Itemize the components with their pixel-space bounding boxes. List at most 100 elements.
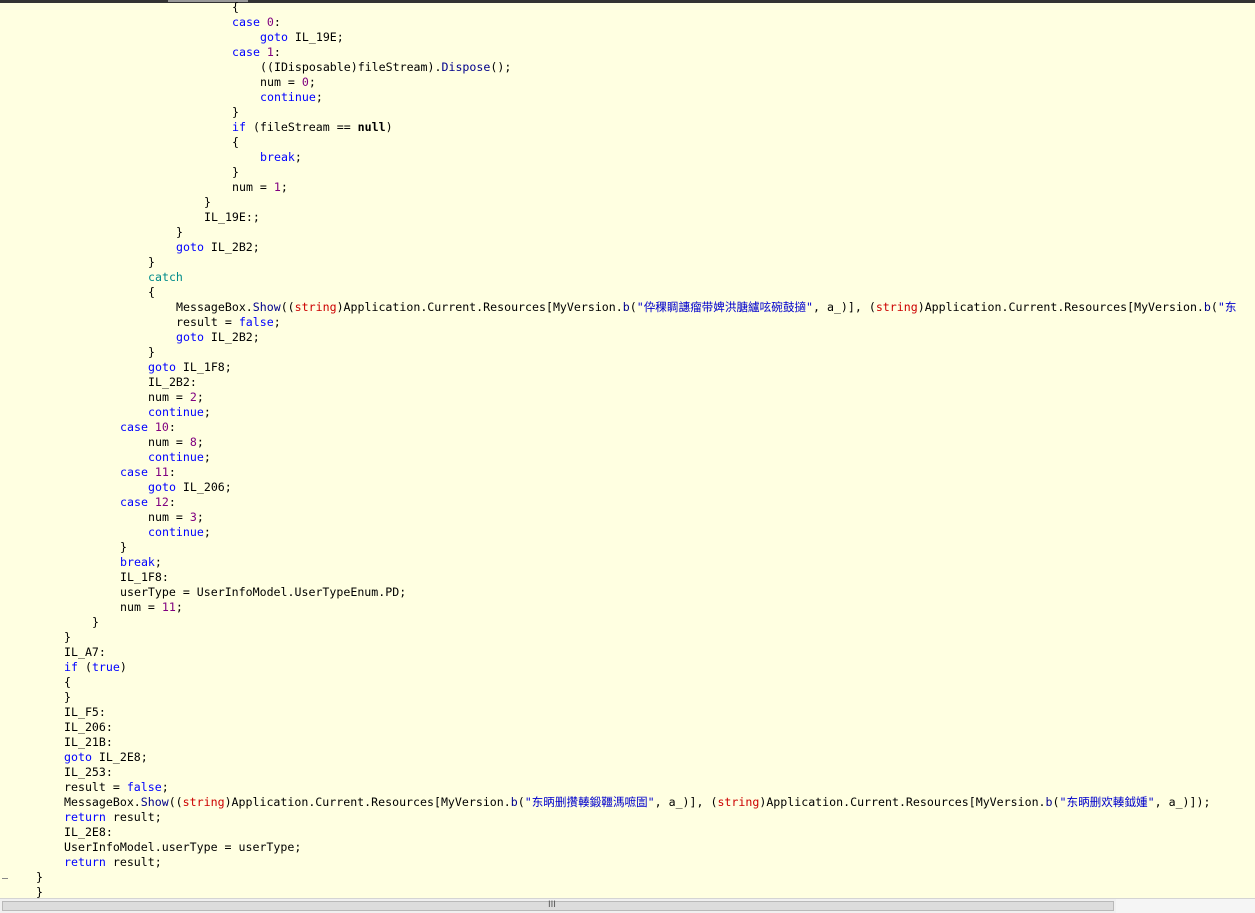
horizontal-scroll-thumb[interactable] — [2, 901, 1114, 911]
code-token: goto — [176, 240, 204, 254]
code-token: ; — [175, 600, 183, 614]
code-token: 12 — [154, 495, 169, 509]
code-line: goto IL_1F8; — [148, 360, 232, 375]
code-line: UserInfoModel.userType = userType; — [64, 840, 301, 855]
code-token: , a_)]); — [1154, 795, 1211, 809]
horizontal-scrollbar[interactable]: III — [0, 898, 1255, 913]
code-token: string — [294, 300, 337, 314]
code-token: IL_2B2; — [203, 240, 260, 254]
code-token: : — [168, 465, 176, 479]
code-token: IL_2B2: — [148, 375, 197, 389]
code-token: catch — [148, 270, 183, 284]
code-line: } — [148, 345, 155, 360]
code-token: ; — [294, 150, 302, 164]
code-line: num = 3; — [148, 510, 204, 525]
code-token: )Application.Current.Resources[MyVersion… — [917, 300, 1204, 314]
code-line: goto IL_19E; — [260, 30, 344, 45]
code-line: { — [148, 285, 155, 300]
code-line: } — [232, 105, 239, 120]
code-line: continue; — [148, 405, 211, 420]
scrollbar-track-right[interactable] — [1116, 899, 1255, 913]
code-token: result = — [176, 315, 239, 329]
code-token: num = — [260, 75, 302, 89]
code-line: MessageBox.Show((string)Application.Curr… — [176, 300, 1236, 315]
code-line: } — [120, 540, 127, 555]
code-token: (( — [168, 795, 183, 809]
code-token: { — [64, 675, 71, 689]
code-token: ; — [196, 435, 204, 449]
code-token: ( — [1210, 300, 1218, 314]
code-line: } — [232, 165, 239, 180]
code-line: { — [232, 135, 239, 150]
code-token: Show — [252, 300, 281, 314]
code-line: continue; — [148, 525, 211, 540]
code-token: 11 — [154, 465, 169, 479]
code-line: MessageBox.Show((string)Application.Curr… — [64, 795, 1210, 810]
code-token: IL_1F8: — [120, 570, 169, 584]
code-token: ; — [273, 315, 281, 329]
code-token: b — [510, 795, 518, 809]
code-token: 11 — [161, 600, 176, 614]
code-token: ; — [315, 90, 323, 104]
code-token: : — [273, 15, 281, 29]
code-token: IL_19E:; — [204, 210, 260, 224]
code-token: (); — [490, 60, 512, 74]
code-token: { — [232, 135, 239, 149]
code-token: string — [717, 795, 760, 809]
code-line: case 1: — [232, 45, 281, 60]
code-token: goto — [148, 480, 176, 494]
code-token: IL_206: — [64, 720, 113, 734]
code-line: num = 2; — [148, 390, 204, 405]
code-line: IL_2B2: — [148, 375, 197, 390]
code-token: 3 — [189, 510, 197, 524]
code-line: break; — [260, 150, 302, 165]
code-token: , a_)], ( — [813, 300, 876, 314]
collapse-marker-icon[interactable] — [2, 878, 8, 879]
code-token: string — [875, 300, 918, 314]
code-token: result; — [105, 810, 162, 824]
code-line: continue; — [260, 90, 323, 105]
code-token: string — [182, 795, 225, 809]
code-token: } — [36, 870, 43, 884]
code-token: 0 — [301, 75, 309, 89]
code-line: } — [36, 870, 43, 885]
code-token: IL_2E8: — [64, 825, 113, 839]
code-line: } — [64, 690, 71, 705]
code-line: } — [204, 195, 211, 210]
code-token: IL_2B2; — [203, 330, 260, 344]
code-line: return result; — [64, 810, 162, 825]
code-token: ; — [196, 390, 204, 404]
code-line: IL_F5: — [64, 705, 106, 720]
code-token: (fileStream == — [245, 120, 358, 134]
code-token: num = — [120, 600, 162, 614]
code-token: } — [64, 630, 71, 644]
code-line: { — [64, 675, 71, 690]
code-token: "东昞删欢輳鉞媑" — [1059, 795, 1155, 809]
code-editor[interactable]: {case 0: goto IL_19E; case 1: ((IDisposable… — [6, 0, 1255, 898]
code-line: IL_206: — [64, 720, 113, 735]
code-token: (( — [280, 300, 295, 314]
code-token: b — [1045, 795, 1053, 809]
code-token: } — [148, 255, 155, 269]
code-line: goto IL_206; — [148, 480, 232, 495]
code-line: case 0: — [232, 15, 281, 30]
code-line: IL_21B: — [64, 735, 113, 750]
code-token: MessageBox. — [176, 300, 253, 314]
code-token: } — [232, 165, 239, 179]
code-token: ; — [161, 780, 169, 794]
code-token: return — [64, 855, 106, 869]
code-token: case — [120, 495, 155, 509]
code-token: ; — [196, 510, 204, 524]
code-token: } — [120, 540, 127, 554]
code-line: } — [64, 630, 71, 645]
code-token: IL_253: — [64, 765, 113, 779]
code-token: MessageBox. — [64, 795, 141, 809]
code-line: return result; — [64, 855, 162, 870]
code-token: ; — [203, 405, 211, 419]
code-line: goto IL_2B2; — [176, 240, 260, 255]
code-token: } — [36, 885, 43, 898]
code-token: ( — [77, 660, 92, 674]
code-line: goto IL_2E8; — [64, 750, 148, 765]
code-token: case — [232, 15, 267, 29]
code-token: userType = UserInfoModel.UserTypeEnum.PD… — [120, 585, 407, 599]
